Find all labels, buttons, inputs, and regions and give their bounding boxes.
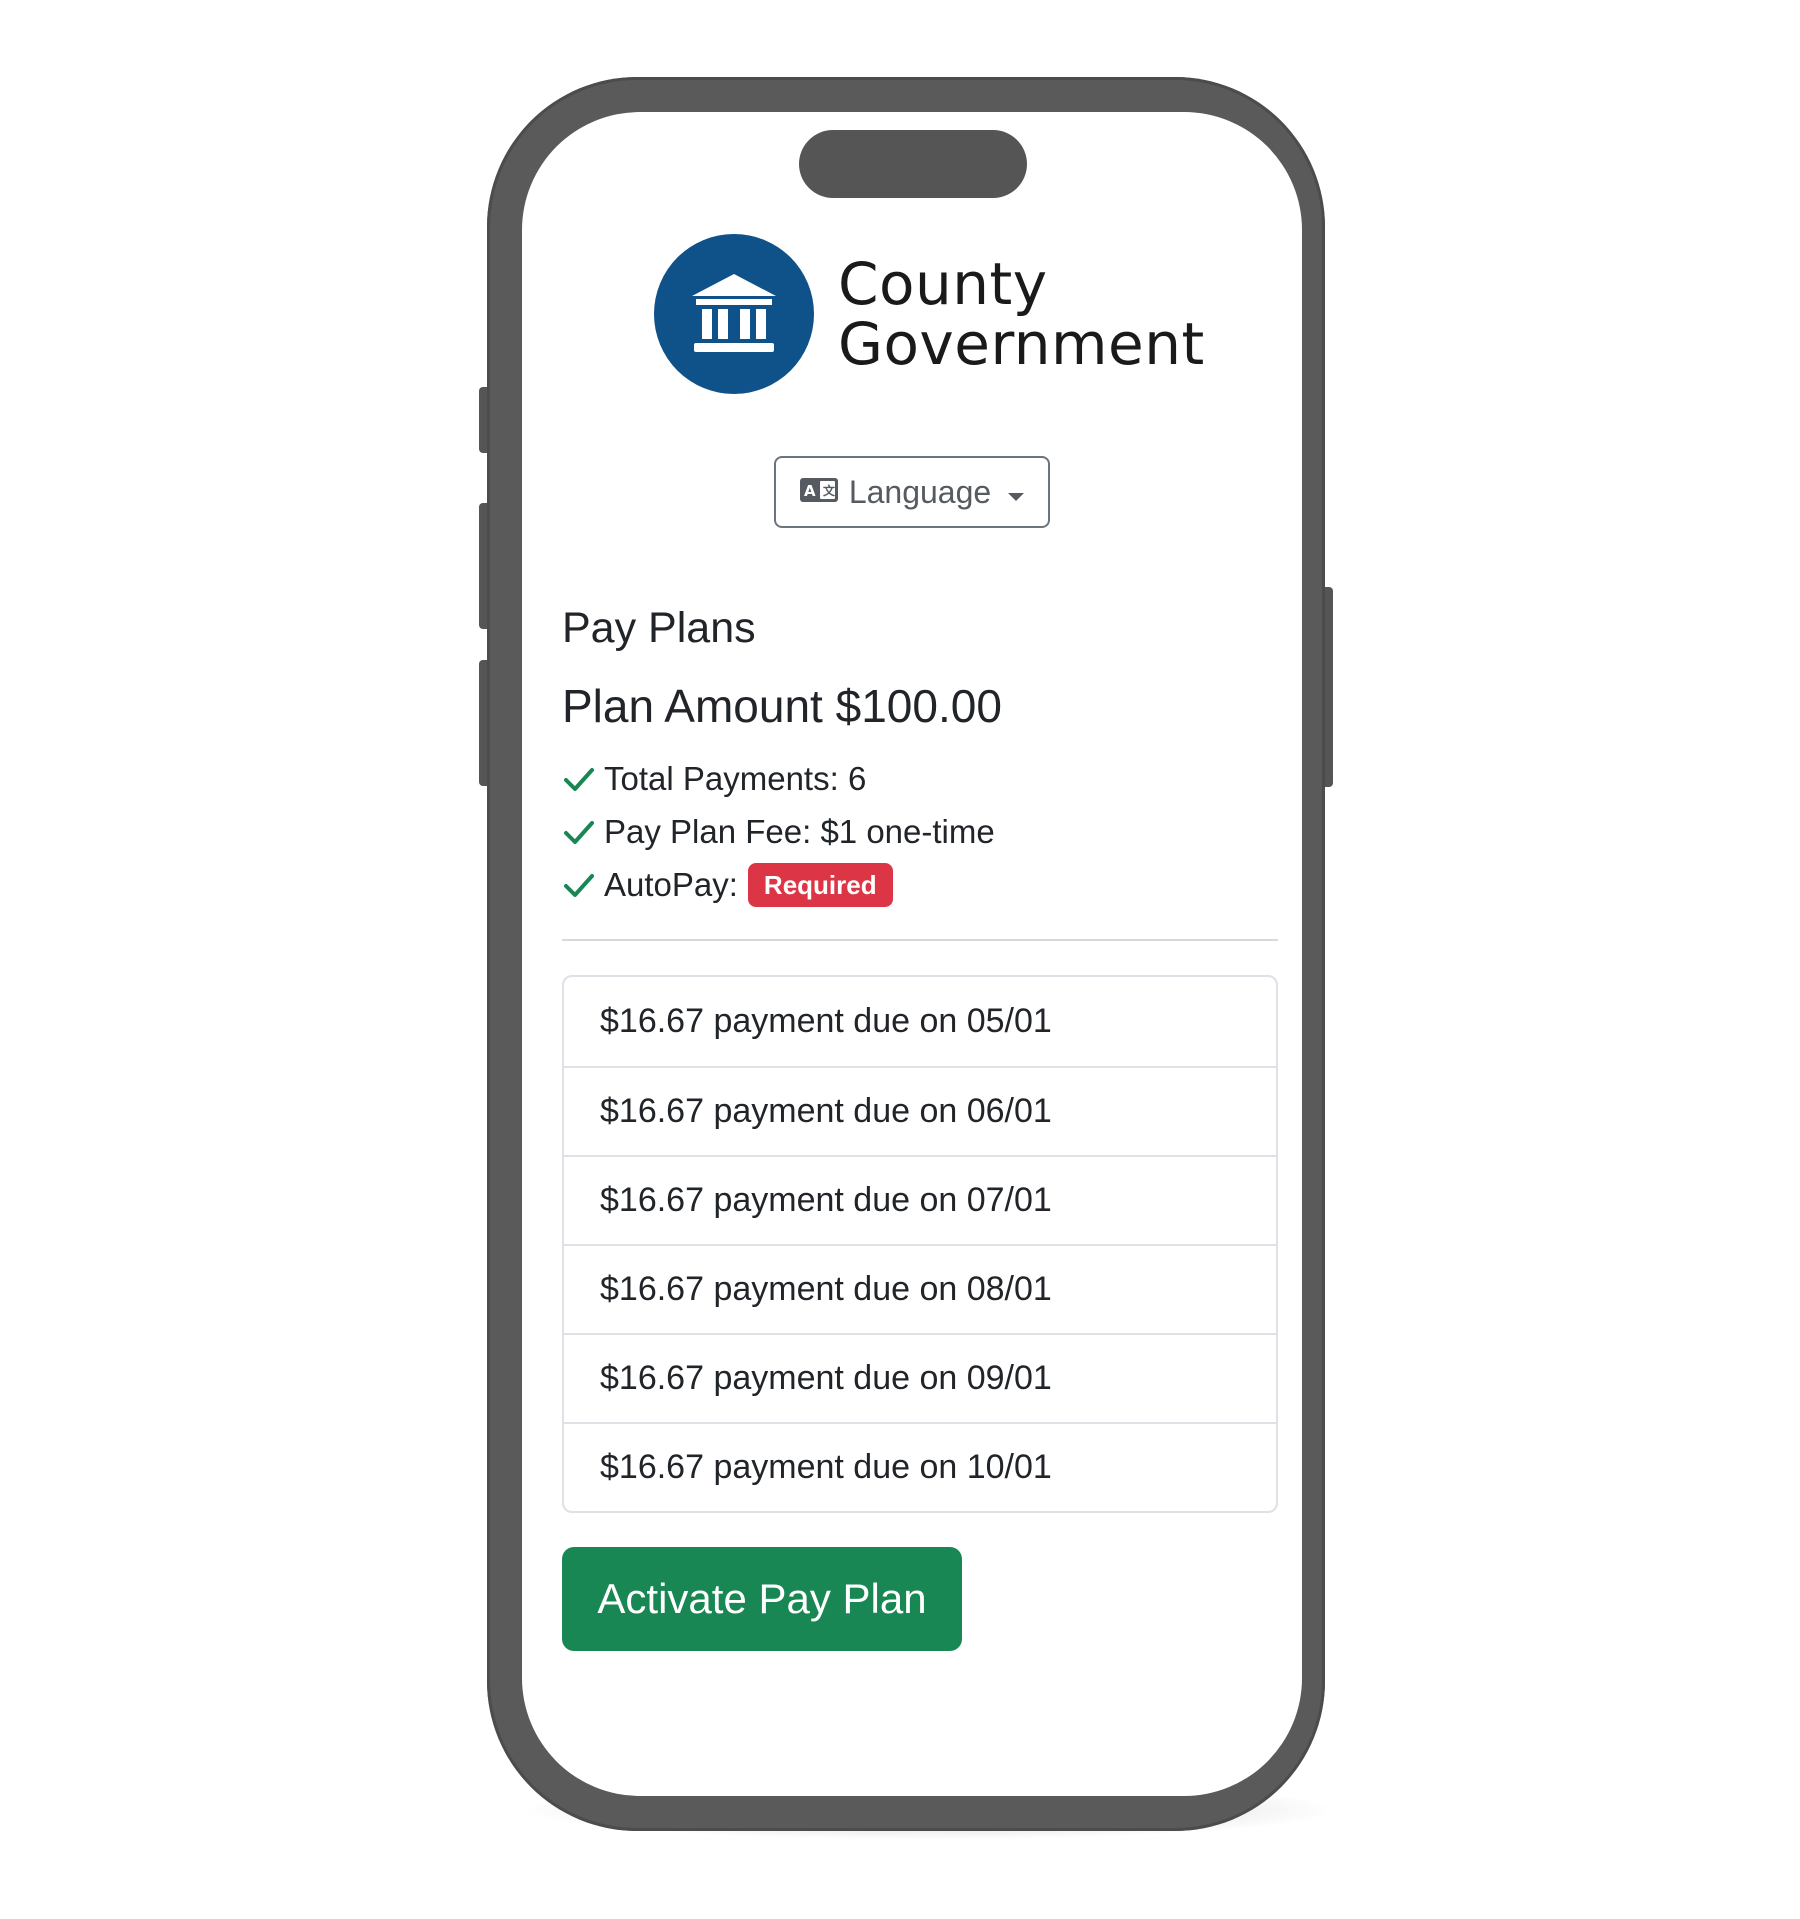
required-badge: Required	[747, 862, 893, 907]
schedule-item: $16.67 payment due on 05/01	[600, 1002, 1052, 1040]
dynamic-island	[799, 130, 1027, 198]
feature-text: Pay Plan Fee: $1 one-time	[604, 812, 995, 850]
scene: County Government A 文 Language Pay Plans…	[0, 0, 1800, 1919]
translate-icon: A 文	[799, 474, 839, 511]
check-icon	[564, 820, 594, 844]
activate-pay-plan-button[interactable]: Activate Pay Plan	[562, 1547, 962, 1651]
caret-down-icon	[1007, 474, 1025, 511]
schedule-item: $16.67 payment due on 08/01	[564, 1244, 1276, 1333]
payment-schedule-list: $16.67 payment due on 05/01 $16.67 payme…	[562, 975, 1278, 1513]
schedule-item: $16.67 payment due on 10/01	[564, 1422, 1276, 1511]
brand-name-line1: County	[838, 250, 1048, 318]
brand-name-line2: Government	[838, 310, 1205, 378]
feature-autopay: AutoPay: Required	[562, 858, 1278, 911]
divider	[562, 939, 1278, 941]
pay-plan-content: Pay Plans Plan Amount $100.00 Total Paym…	[562, 602, 1278, 1651]
feature-plan-fee: Pay Plan Fee: $1 one-time	[562, 805, 1278, 858]
feature-text: Total Payments: 6	[604, 759, 867, 797]
svg-text:文: 文	[823, 483, 836, 498]
courthouse-icon	[654, 234, 814, 394]
plan-features-list: Total Payments: 6 Pay Plan Fee: $1 one-t…	[562, 752, 1278, 911]
language-dropdown-button[interactable]: A 文 Language	[774, 456, 1050, 528]
schedule-item: $16.67 payment due on 09/01	[564, 1333, 1276, 1422]
brand-header: County Government	[654, 234, 1205, 394]
plan-amount: Plan Amount $100.00	[562, 680, 1002, 732]
svg-text:A: A	[804, 482, 816, 500]
check-icon	[564, 767, 594, 791]
language-label: Language	[848, 473, 992, 510]
phone-screen: County Government A 文 Language Pay Plans…	[522, 112, 1302, 1796]
feature-text: AutoPay:	[604, 865, 738, 903]
schedule-item: $16.67 payment due on 06/01	[564, 1066, 1276, 1155]
check-icon	[564, 873, 594, 897]
schedule-item: $16.67 payment due on 07/01	[564, 1155, 1276, 1244]
brand-name: County Government	[838, 254, 1205, 374]
feature-total-payments: Total Payments: 6	[562, 752, 1278, 805]
page-title: Pay Plans	[562, 604, 756, 652]
